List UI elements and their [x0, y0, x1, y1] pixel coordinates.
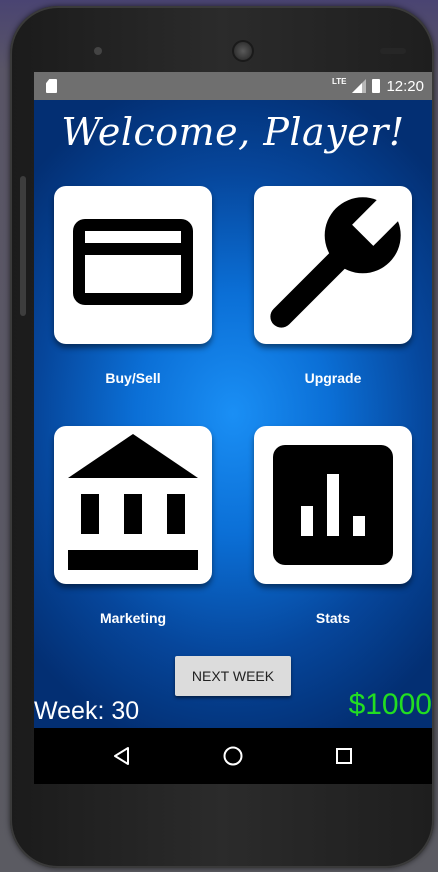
- bar-chart-icon: [273, 445, 393, 565]
- status-right: LTE 12:20: [332, 72, 424, 100]
- proximity-sensor: [380, 48, 406, 54]
- recents-icon[interactable]: [332, 744, 356, 768]
- clock: 12:20: [386, 77, 424, 95]
- week-counter: Week: 30: [34, 697, 140, 725]
- battery-icon: [372, 79, 381, 93]
- earpiece-speaker: [232, 40, 254, 62]
- network-type: LTE: [331, 76, 347, 86]
- wrench-icon: [270, 192, 406, 328]
- main-content: Welcome, Player! Buy/Sell Upgrade Market…: [34, 100, 432, 728]
- signal-icon: [352, 79, 367, 93]
- buy-sell-label: Buy/Sell: [105, 370, 161, 386]
- credit-card-icon: [73, 219, 193, 305]
- status-bar: LTE 12:20: [34, 72, 432, 100]
- sd-card-icon: [46, 79, 57, 93]
- marketing-button[interactable]: [54, 426, 212, 584]
- stats-label: Stats: [315, 610, 351, 626]
- navigation-bar: [34, 728, 432, 784]
- volume-button: [20, 176, 26, 316]
- marketing-label: Marketing: [99, 610, 167, 626]
- welcome-title: Welcome, Player!: [61, 110, 405, 154]
- upgrade-label: Upgrade: [304, 370, 362, 386]
- stats-button[interactable]: [254, 426, 412, 584]
- next-week-button[interactable]: NEXT WEEK: [175, 656, 291, 696]
- bank-building-icon: [68, 434, 198, 570]
- buy-sell-button[interactable]: [54, 186, 212, 344]
- back-icon[interactable]: [110, 744, 134, 768]
- upgrade-button[interactable]: [254, 186, 412, 344]
- home-icon[interactable]: [221, 744, 245, 768]
- front-camera: [94, 47, 102, 55]
- money-balance: $1000: [348, 688, 432, 721]
